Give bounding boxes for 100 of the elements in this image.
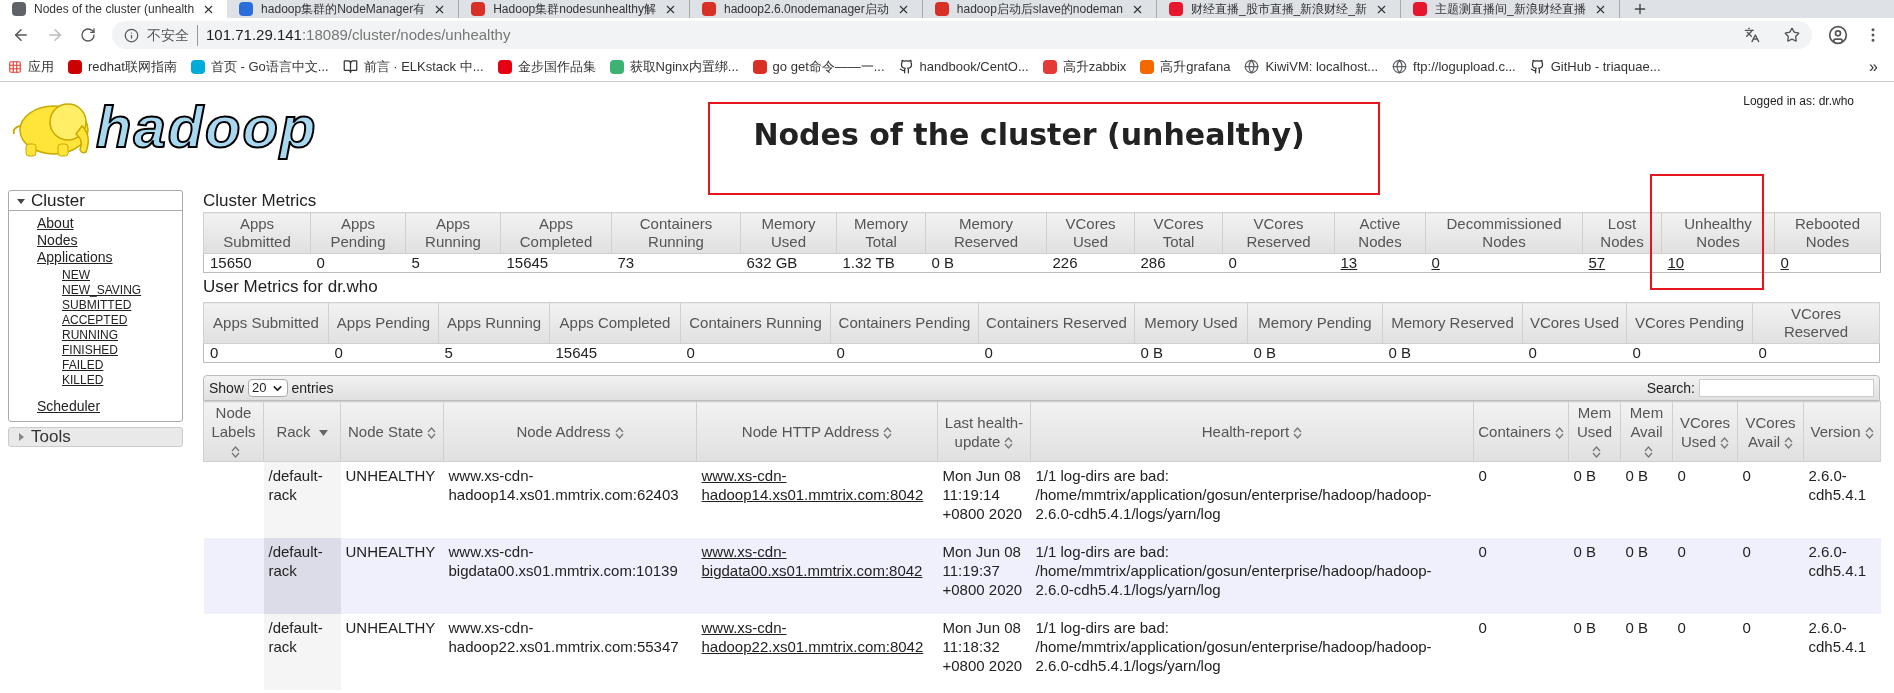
sidebar-link[interactable]: NEW_SAVING bbox=[62, 283, 142, 297]
table-cell: 0 B bbox=[1247, 343, 1383, 363]
bookmark[interactable]: handbook/CentO... bbox=[898, 56, 1029, 77]
column-header: Decommissioned Nodes bbox=[1425, 212, 1583, 254]
section-title: Cluster Metrics bbox=[203, 190, 318, 212]
column-header[interactable]: Last health-update bbox=[937, 401, 1031, 462]
bookmark[interactable]: 高升grafana bbox=[1140, 56, 1231, 77]
tools-section-header[interactable]: Tools bbox=[8, 427, 183, 447]
tab-title: hadoop2.6.0nodemanager启动 bbox=[724, 1, 889, 18]
table-cell: 15645 bbox=[500, 253, 612, 273]
bookmark[interactable]: 前言 · ELKstack 中... bbox=[342, 56, 484, 77]
sidebar-link[interactable]: About bbox=[37, 215, 74, 231]
column-header: VCores Used bbox=[1522, 302, 1627, 344]
bookmark[interactable]: 应用 bbox=[8, 56, 54, 77]
table-cell-text: Mon Jun 08 11:18:32 +0800 2020 bbox=[942, 617, 1024, 675]
table-cell-text: 0 B bbox=[1625, 541, 1649, 561]
tab-title: 主题测直播间_新浪财经直播 bbox=[1434, 1, 1586, 18]
column-header[interactable]: Node HTTP Address bbox=[696, 401, 938, 462]
back-icon[interactable] bbox=[12, 26, 30, 44]
column-header[interactable]: VCores Avail bbox=[1737, 401, 1804, 462]
book-icon bbox=[342, 59, 358, 74]
column-header[interactable]: Node Labels bbox=[203, 401, 264, 462]
search-field[interactable] bbox=[1699, 379, 1874, 397]
column-header[interactable]: Containers bbox=[1473, 401, 1569, 462]
column-header: Apps Running bbox=[405, 212, 501, 254]
cluster-section-header[interactable]: Cluster bbox=[9, 191, 182, 211]
column-header[interactable]: Mem Used bbox=[1568, 401, 1621, 462]
table-cell: 0 bbox=[978, 343, 1135, 363]
site-icon bbox=[239, 2, 254, 16]
bookmark[interactable]: 金步国作品集 bbox=[497, 56, 596, 77]
table-cell-text: 1/1 log-dirs are bad: /home/mmtrix/application/gosun/enterprise/hadoop/hadoop-2.6.0-cdh5.4.1/logs/yarn/log bbox=[1035, 466, 1433, 523]
section-title: User Metrics for dr.who bbox=[203, 276, 379, 298]
bookmark[interactable]: 获取Nginx内置绑... bbox=[609, 56, 739, 77]
table-cell: 226 bbox=[1046, 253, 1135, 273]
state-cell: UNHEALTHY bbox=[340, 537, 444, 614]
sidebar-link[interactable]: RUNNING bbox=[62, 328, 118, 342]
sidebar-link[interactable]: Scheduler bbox=[37, 398, 101, 414]
bookmark[interactable]: 首页 - Go语言中文... bbox=[190, 56, 329, 77]
metric-link[interactable]: 57 bbox=[1582, 253, 1662, 273]
bookmark[interactable]: redhat联网指南 bbox=[68, 56, 177, 77]
bookmark[interactable]: KiwiVM: localhost... bbox=[1244, 56, 1379, 77]
column-header[interactable]: Version bbox=[1803, 401, 1881, 462]
table-cell-text: 0 B bbox=[1625, 466, 1649, 485]
metric-link[interactable]: 0 bbox=[1425, 253, 1583, 273]
login-status: Logged in as: dr.who bbox=[1743, 93, 1854, 110]
sidebar-link[interactable]: ACCEPTED bbox=[62, 313, 128, 327]
tab-title: hadoop启动后slave的nodeman bbox=[956, 1, 1123, 18]
site-icon bbox=[934, 2, 949, 16]
sidebar-link[interactable]: FAILED bbox=[62, 358, 104, 372]
column-header: Apps Completed bbox=[549, 302, 681, 344]
sidebar-link[interactable]: Applications bbox=[37, 249, 113, 265]
node-link[interactable]: www.xs-cdn-hadoop22.xs01.mmtrix.com:8042 bbox=[701, 617, 933, 656]
address-field[interactable]: 不安全 101.71.29.141:18089/cluster/nodes/unhealthy bbox=[112, 21, 1812, 49]
column-header: Memory Used bbox=[1134, 302, 1248, 344]
globe-icon bbox=[1244, 59, 1260, 74]
security-label: 不安全 bbox=[147, 24, 198, 46]
reload-icon[interactable] bbox=[80, 27, 96, 43]
sidebar-link[interactable]: FINISHED bbox=[62, 343, 118, 357]
column-header: Apps Running bbox=[438, 302, 550, 344]
sort-icon bbox=[1592, 446, 1601, 459]
page-size-select[interactable]: 20 bbox=[248, 379, 288, 397]
column-header[interactable]: VCores Used bbox=[1672, 401, 1738, 462]
page-title: Nodes of the cluster (unhealthy) bbox=[753, 116, 1305, 154]
bookmark[interactable]: go get命令——一... bbox=[752, 56, 885, 77]
site-icon bbox=[12, 2, 26, 16]
browser-tab[interactable]: Nodes of the cluster (unhealth bbox=[0, 0, 228, 18]
column-header[interactable]: Node Address bbox=[443, 401, 697, 462]
cat-icon bbox=[1529, 59, 1545, 74]
table-cell-text: Mon Jun 08 11:19:14 +0800 2020 bbox=[942, 466, 1024, 523]
bookmark[interactable]: GitHub - triaquae... bbox=[1529, 56, 1661, 77]
translate-icon[interactable] bbox=[1744, 27, 1760, 43]
column-header: VCores Reserved bbox=[1222, 212, 1335, 254]
sidebar-link[interactable]: KILLED bbox=[62, 373, 104, 387]
table-cell-text: 0 bbox=[1742, 541, 1752, 561]
column-header: Containers Running bbox=[611, 212, 741, 254]
column-header[interactable]: Mem Avail bbox=[1620, 401, 1673, 462]
profile-icon[interactable] bbox=[1828, 25, 1848, 45]
column-header: Apps Submitted bbox=[203, 212, 311, 254]
more-bookmarks[interactable]: » bbox=[1869, 54, 1886, 79]
column-header: Containers Reserved bbox=[978, 302, 1135, 344]
column-header[interactable]: Node State bbox=[340, 401, 444, 462]
table-cell-text: /default-rack bbox=[268, 466, 324, 504]
table-cell-text: 0 bbox=[1478, 466, 1488, 485]
node-link[interactable]: www.xs-cdn-hadoop14.xs01.mmtrix.com:8042 bbox=[701, 466, 933, 504]
table-cell-text: 2.6.0-cdh5.4.1 bbox=[1808, 541, 1868, 580]
metric-link[interactable]: 10 bbox=[1661, 253, 1775, 273]
bookmark[interactable]: 高升zabbix bbox=[1042, 56, 1127, 77]
sidebar-link[interactable]: SUBMITTED bbox=[62, 298, 132, 312]
metric-link[interactable]: 13 bbox=[1334, 253, 1426, 273]
column-header[interactable]: Health-report bbox=[1030, 401, 1474, 462]
bookmark[interactable]: ftp://logupload.c... bbox=[1392, 56, 1516, 77]
sidebar-link[interactable]: NEW bbox=[62, 268, 90, 282]
caret-down-icon bbox=[17, 196, 25, 205]
metric-link[interactable]: 0 bbox=[1774, 253, 1881, 273]
star-icon[interactable] bbox=[1784, 27, 1800, 43]
table-cell-text: /default-rack bbox=[268, 617, 324, 656]
table-cell: 0 B bbox=[1134, 343, 1248, 363]
column-header[interactable]: Rack bbox=[263, 401, 341, 462]
table-cell-text: 0 bbox=[1742, 617, 1752, 637]
sidebar-link[interactable]: Nodes bbox=[37, 232, 78, 248]
